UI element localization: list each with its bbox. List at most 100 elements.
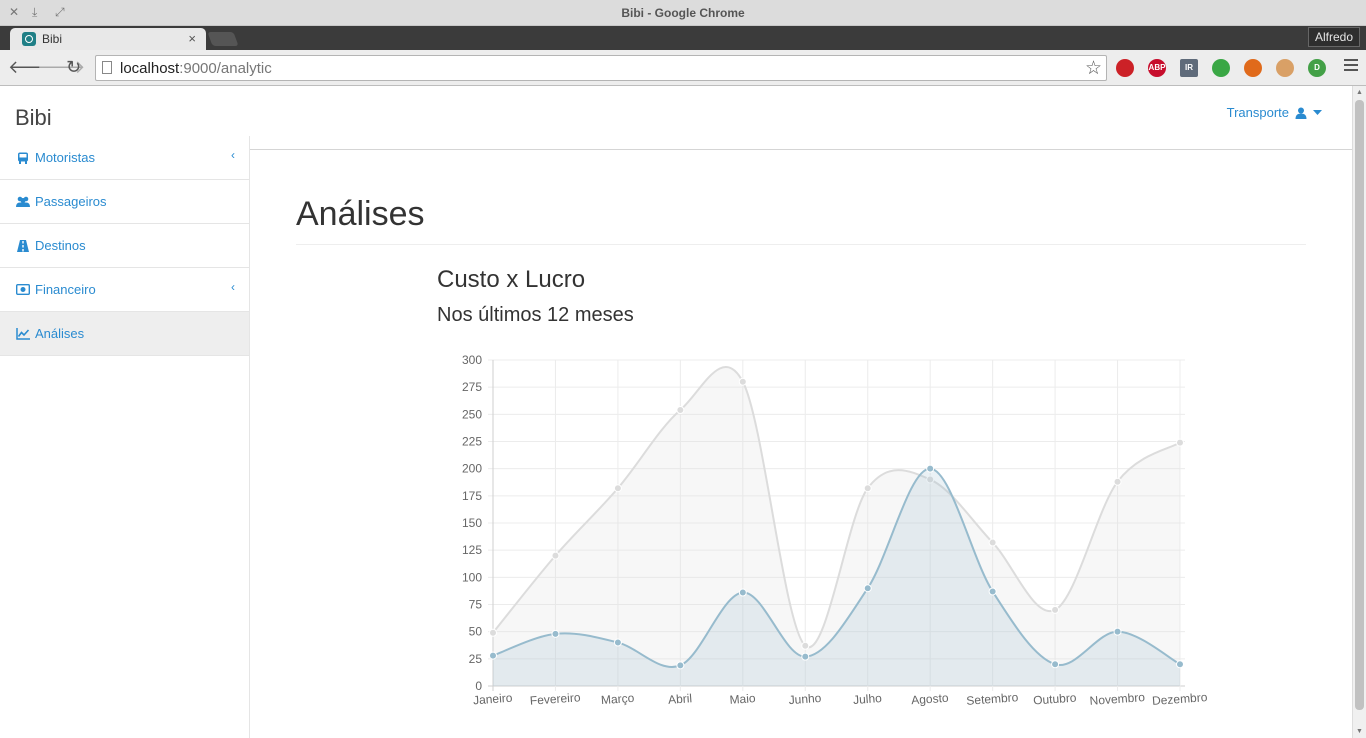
x-tick-label: Janeiro: [473, 691, 514, 708]
scroll-down-icon[interactable]: ▼: [1356, 728, 1363, 735]
pushbullet-icon[interactable]: D: [1308, 59, 1326, 77]
y-tick-label: 275: [462, 380, 482, 394]
y-tick-label: 0: [475, 679, 482, 693]
road-icon: [16, 239, 30, 252]
close-tab-icon[interactable]: ×: [188, 31, 196, 46]
data-point: [489, 651, 497, 660]
users-icon: [16, 196, 30, 208]
reload-icon[interactable]: ↻: [66, 57, 81, 78]
evernote-icon[interactable]: [1212, 59, 1230, 77]
main-content: Análises Custo x Lucro Nos últimos 12 me…: [250, 151, 1352, 738]
ir-icon[interactable]: IR: [1180, 59, 1198, 77]
y-tick-label: 75: [469, 598, 483, 612]
sidebar: Motoristas ‹ Passageiros Destinos Financ…: [0, 136, 250, 738]
data-point: [738, 588, 747, 597]
data-point: [801, 641, 810, 650]
x-tick-label: Maio: [729, 691, 756, 707]
money-icon: [16, 284, 30, 296]
x-tick-label: Dezembro: [1152, 690, 1209, 708]
sidebar-item-label: Análises: [35, 326, 85, 341]
y-tick-label: 125: [462, 543, 482, 557]
data-point: [676, 661, 685, 670]
data-point: [1176, 438, 1184, 447]
x-tick-label: Abril: [668, 691, 693, 707]
sidebar-item-label: Motoristas: [35, 150, 95, 165]
y-tick-label: 50: [469, 625, 483, 639]
y-tick-label: 250: [462, 407, 482, 421]
y-tick-label: 100: [462, 570, 482, 584]
data-point: [926, 464, 935, 473]
x-tick-label: Outubro: [1033, 690, 1078, 707]
page-scrollbar[interactable]: ▲ ▼: [1352, 86, 1366, 738]
window-titlebar: ✕ ⤓ ⤢ Bibi - Google Chrome: [0, 0, 1366, 26]
data-point: [489, 628, 497, 637]
sidebar-item-passageiros[interactable]: Passageiros: [0, 180, 249, 224]
robot-icon[interactable]: [1276, 59, 1294, 77]
data-point: [863, 584, 872, 593]
adblock-icon[interactable]: ABP: [1148, 59, 1166, 77]
cost-profit-line-chart: 0 25 50 75 100 125 150 175 200 225 250 275 300 Janeir…: [462, 353, 1209, 708]
camera-icon[interactable]: [1244, 59, 1262, 77]
address-bar[interactable]: localhost:9000/analytic ☆: [95, 55, 1107, 81]
browser-toolbar: 🡐 🡒 ↻ localhost:9000/analytic ☆ ABP IR D: [0, 50, 1366, 86]
y-tick-label: 200: [462, 462, 482, 476]
user-menu-label: Transporte: [1226, 105, 1289, 120]
data-point: [1113, 627, 1122, 636]
tab-title: Bibi: [42, 32, 63, 46]
x-tick-label: Setembro: [966, 690, 1019, 708]
sidebar-item-motoristas[interactable]: Motoristas ‹: [0, 136, 249, 180]
y-tick-label: 150: [462, 516, 482, 530]
data-point: [551, 551, 560, 560]
x-tick-label: Junho: [788, 691, 822, 707]
bus-icon: [16, 152, 30, 164]
page-icon: [102, 61, 112, 74]
data-point: [613, 638, 622, 647]
data-point: [676, 405, 685, 414]
chevron-left-icon: ‹: [231, 148, 235, 162]
x-tick-label: Agosto: [911, 691, 950, 708]
sidebar-item-analises[interactable]: Análises: [0, 312, 249, 356]
sidebar-item-label: Financeiro: [35, 282, 96, 297]
top-navbar: Transporte: [250, 86, 1352, 150]
data-point: [738, 377, 747, 386]
sidebar-item-label: Passageiros: [35, 194, 107, 209]
data-point: [1113, 477, 1122, 486]
lastpass-icon[interactable]: [1116, 59, 1134, 77]
data-point: [613, 484, 622, 493]
caret-down-icon: [1313, 109, 1322, 115]
y-tick-label: 300: [462, 353, 482, 367]
data-point: [988, 587, 997, 596]
data-point: [801, 652, 810, 661]
new-tab-button[interactable]: [207, 32, 239, 46]
bibi-favicon-icon: [22, 32, 36, 46]
data-point: [863, 484, 872, 493]
profile-button[interactable]: Alfredo: [1307, 27, 1360, 47]
bookmark-star-icon[interactable]: ☆: [1085, 57, 1102, 80]
scroll-up-icon[interactable]: ▲: [1356, 89, 1363, 96]
chrome-menu-icon[interactable]: [1344, 59, 1358, 74]
data-point: [1051, 660, 1060, 669]
window-title: Bibi - Google Chrome: [621, 6, 745, 20]
x-tick-label: Fevereiro: [529, 690, 581, 708]
chevron-left-icon: ‹: [231, 280, 235, 294]
data-point: [1176, 660, 1184, 669]
data-point: [1051, 605, 1060, 614]
user-icon: [1295, 107, 1307, 119]
x-tick-label: Novembro: [1089, 690, 1146, 708]
scrollbar-thumb[interactable]: [1355, 100, 1364, 710]
line-chart-icon: [16, 327, 30, 340]
web-page: Bibi Transporte Motoristas ‹ Passageiros…: [0, 86, 1352, 738]
brand-title[interactable]: Bibi: [15, 105, 52, 131]
sidebar-item-destinos[interactable]: Destinos: [0, 224, 249, 268]
sidebar-item-financeiro[interactable]: Financeiro ‹: [0, 268, 249, 312]
data-point: [551, 629, 560, 638]
y-tick-label: 25: [469, 652, 483, 666]
tab-strip: Bibi × Alfredo: [0, 26, 1366, 50]
user-menu[interactable]: Transporte: [1227, 105, 1322, 120]
url-text: localhost:9000/analytic: [120, 60, 272, 77]
browser-tab[interactable]: Bibi ×: [10, 28, 206, 50]
x-tick-label: Julho: [853, 691, 883, 707]
y-tick-label: 175: [462, 489, 482, 503]
x-tick-label: Março: [601, 691, 636, 707]
data-point: [988, 538, 997, 547]
